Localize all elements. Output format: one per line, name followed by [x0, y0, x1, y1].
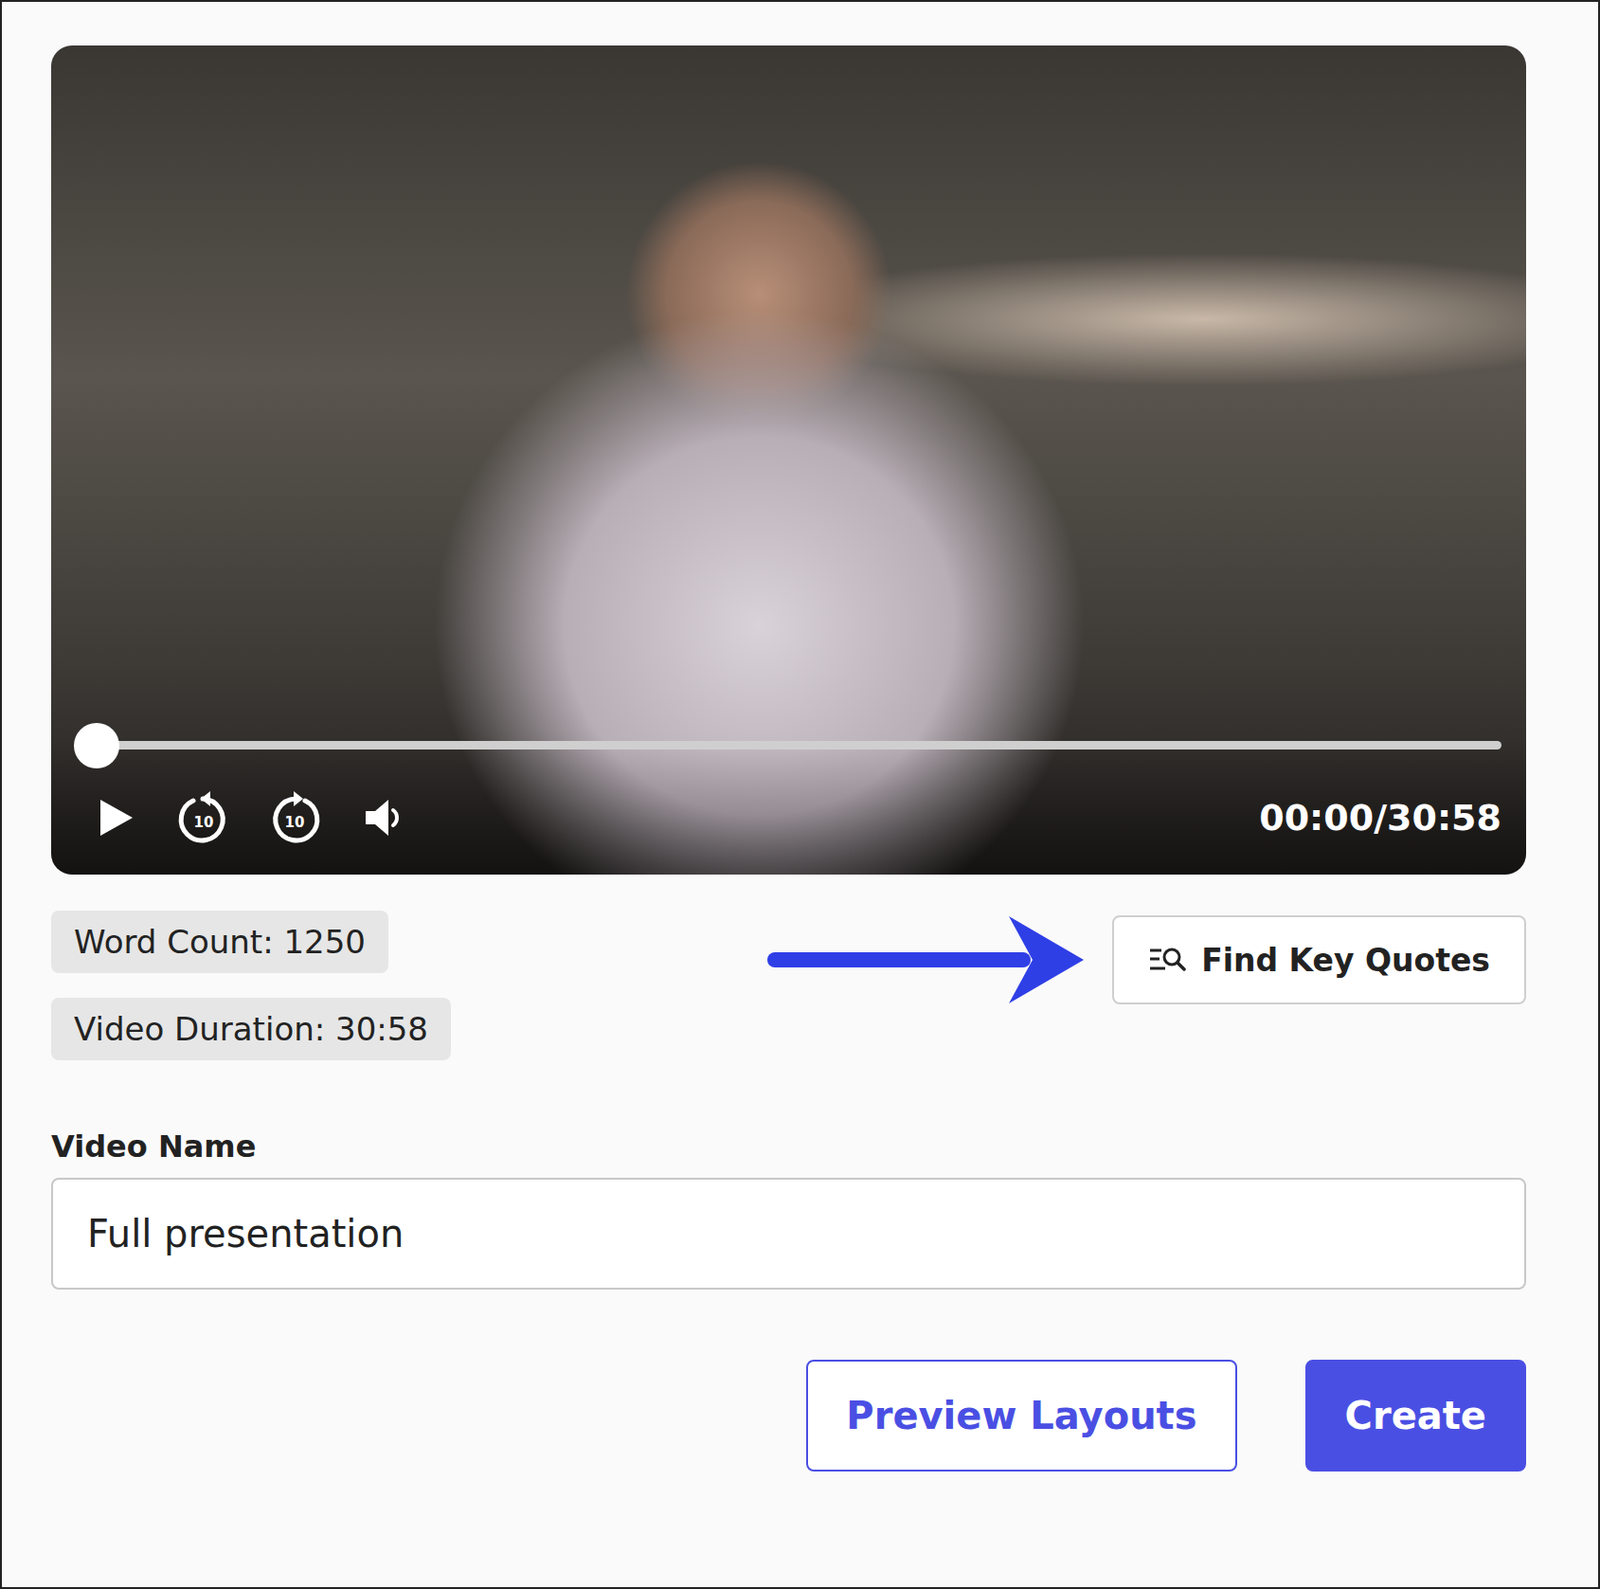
find-key-quotes-label: Find Key Quotes: [1201, 941, 1491, 979]
control-icons: 10 10: [96, 789, 404, 846]
forward-10-icon[interactable]: 10: [269, 789, 323, 846]
video-controls: 10 10 00:00/30:58: [51, 740, 1527, 875]
video-name-input[interactable]: [51, 1177, 1527, 1290]
volume-icon[interactable]: [361, 795, 404, 840]
action-button[interactable]: Create: [1305, 1359, 1527, 1472]
stats: Word Count: 1250 Video Duration: 30:58: [51, 910, 451, 1061]
rewind-10-icon[interactable]: 10: [176, 789, 230, 846]
svg-text:10: 10: [285, 813, 306, 831]
find-wrap: Find Key Quotes: [767, 910, 1527, 1009]
video-time: 00:00/30:58: [1258, 796, 1502, 839]
actions: Preview Layouts Create: [51, 1359, 1527, 1472]
action-button[interactable]: Preview Layouts: [806, 1359, 1237, 1472]
arrow-icon: [767, 910, 1099, 1009]
seek-bar[interactable]: [96, 740, 1502, 750]
find-key-quotes-button[interactable]: Find Key Quotes: [1112, 915, 1527, 1005]
meta-row: Word Count: 1250 Video Duration: 30:58 Fi…: [51, 910, 1527, 1061]
stat-badge: Word Count: 1250: [51, 910, 389, 973]
play-icon[interactable]: [96, 795, 137, 840]
frame: 10 10 00:00/30:58 Word Count: 1250 Video …: [0, 0, 1600, 1589]
stat-badge: Video Duration: 30:58: [51, 997, 451, 1061]
svg-text:10: 10: [194, 813, 215, 831]
video-name-label: Video Name: [51, 1128, 1527, 1165]
seek-knob[interactable]: [73, 722, 120, 769]
control-row: 10 10 00:00/30:58: [96, 789, 1502, 846]
video-player[interactable]: 10 10 00:00/30:58: [51, 45, 1527, 875]
search-list-icon: [1148, 945, 1187, 974]
